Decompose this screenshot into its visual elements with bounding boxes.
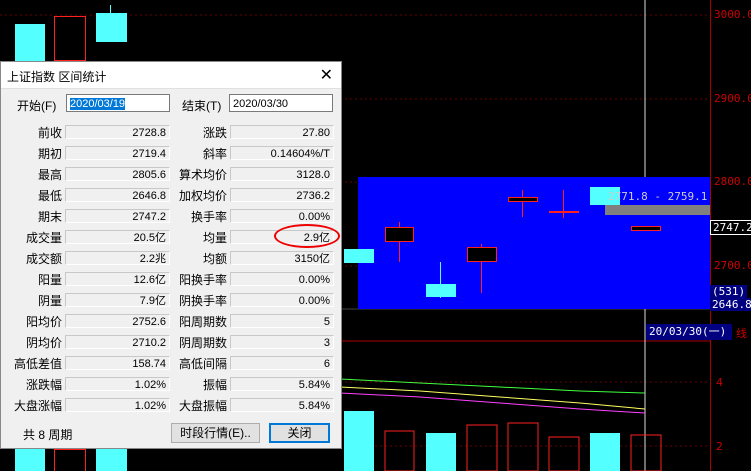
close-icon[interactable]: ✕ <box>320 65 333 85</box>
stat-label: 期末 <box>37 210 62 224</box>
stat-value: 2719.4 <box>65 146 170 160</box>
candle <box>426 284 456 297</box>
highlight-circle <box>274 224 340 248</box>
dialog-titlebar[interactable]: 上证指数 区间统计 ✕ <box>1 62 341 89</box>
volume-bar <box>96 449 127 471</box>
volume-tick: 2 <box>716 440 723 453</box>
stat-value: 1.02% <box>65 398 170 412</box>
stat-value: 0.00% <box>230 293 334 307</box>
stat-value: 2710.2 <box>65 335 170 349</box>
stat-label: 前收 <box>37 126 62 140</box>
stat-value: 20.5亿 <box>65 230 170 244</box>
stat-label: 阳量 <box>37 273 62 287</box>
stat-value: 2747.2 <box>65 209 170 223</box>
price-tick: 2800.0 <box>714 175 751 188</box>
stat-label: 算术均价 <box>178 168 227 182</box>
volume-bar <box>15 449 45 471</box>
stat-value: 12.6亿 <box>65 272 170 286</box>
stat-value: 2728.8 <box>65 125 170 139</box>
start-label: 开始(F) <box>17 99 57 113</box>
stat-value: 2805.6 <box>65 167 170 181</box>
stat-label: 涨跌 <box>202 126 227 140</box>
candle <box>344 249 374 263</box>
stat-value: 2752.6 <box>65 314 170 328</box>
period-type-label: 线 <box>736 327 747 340</box>
stat-value: 2.2兆 <box>65 251 170 265</box>
count-label: (531) <box>710 285 748 298</box>
volume-bar <box>54 449 86 471</box>
candle <box>508 197 538 202</box>
stat-value: 2646.8 <box>65 188 170 202</box>
candle <box>549 211 579 213</box>
stat-label: 阴量 <box>37 294 62 308</box>
stat-label: 高低间隔 <box>178 357 227 371</box>
range-label-bar <box>605 205 710 215</box>
range-label: 2771.8 - 2759.1 <box>608 190 708 203</box>
stat-label: 涨跌幅 <box>25 378 62 392</box>
stat-value: 0.14604%/T <box>230 146 334 160</box>
stat-label: 阴周期数 <box>178 336 227 350</box>
stat-value: 3128.0 <box>230 167 334 181</box>
candle <box>467 247 497 262</box>
price-tick: 2700.0 <box>714 259 751 272</box>
stat-label: 阳换手率 <box>178 273 227 287</box>
stat-value: 2736.2 <box>230 188 334 202</box>
candle-wick <box>563 190 564 218</box>
stat-label: 阴均价 <box>25 336 62 350</box>
stat-value: 27.80 <box>230 125 334 139</box>
start-date-input[interactable]: 2020/03/19 <box>66 94 170 112</box>
current-price-label: 2747.2 <box>710 220 751 235</box>
stat-label: 斜率 <box>202 147 227 161</box>
stat-label: 成交量 <box>25 231 62 245</box>
stat-label: 最高 <box>37 168 62 182</box>
stat-label: 最低 <box>37 189 62 203</box>
stat-value: 6 <box>230 356 334 370</box>
end-label: 结束(T) <box>182 99 222 113</box>
end-date-input[interactable]: 2020/03/30 <box>229 94 333 112</box>
stat-label: 振幅 <box>202 378 227 392</box>
low-price-label: 2646.8 <box>710 298 751 311</box>
stat-label: 高低差值 <box>13 357 62 371</box>
stat-label: 期初 <box>37 147 62 161</box>
dialog-title: 上证指数 区间统计 <box>7 70 107 84</box>
candle-wick <box>522 190 523 217</box>
stat-label: 大盘振幅 <box>178 399 227 413</box>
stat-value: 5.84% <box>230 377 334 391</box>
period-quote-button[interactable]: 时段行情(E).. <box>171 423 260 443</box>
stat-label: 换手率 <box>190 210 227 224</box>
stat-label: 均额 <box>202 252 227 266</box>
stat-value: 5 <box>230 314 334 328</box>
price-tick: 2900.0 <box>714 92 751 105</box>
stat-value: 5.84% <box>230 398 334 412</box>
candle <box>385 227 414 242</box>
stat-value: 7.9亿 <box>65 293 170 307</box>
candle <box>96 13 127 42</box>
candle <box>631 226 661 231</box>
volume-tick: 4 <box>716 376 723 389</box>
stat-value: 1.02% <box>65 377 170 391</box>
stat-value: 158.74 <box>65 356 170 370</box>
stat-label: 均量 <box>202 231 227 245</box>
stat-label: 大盘涨幅 <box>13 399 62 413</box>
candle <box>15 24 45 61</box>
interval-stats-dialog: 上证指数 区间统计 ✕ 开始(F) 2020/03/19 结束(T) 2020/… <box>0 61 342 449</box>
candle <box>54 16 86 61</box>
period-count: 共 8 周期 <box>23 428 73 442</box>
stat-label: 阴换手率 <box>178 294 227 308</box>
price-axis <box>710 0 751 471</box>
stat-label: 阳周期数 <box>178 315 227 329</box>
stat-value: 0.00% <box>230 209 334 223</box>
stat-value: 0.00% <box>230 272 334 286</box>
stat-label: 加权均价 <box>178 189 227 203</box>
stat-label: 阳均价 <box>25 315 62 329</box>
stat-value: 3 <box>230 335 334 349</box>
close-button[interactable]: 关闭 <box>269 423 330 443</box>
stat-label: 成交额 <box>25 252 62 266</box>
price-tick: 3000.0 <box>714 8 751 21</box>
stat-value: 3150亿 <box>230 251 334 265</box>
cursor-date: 20/03/30(一) <box>646 324 732 340</box>
